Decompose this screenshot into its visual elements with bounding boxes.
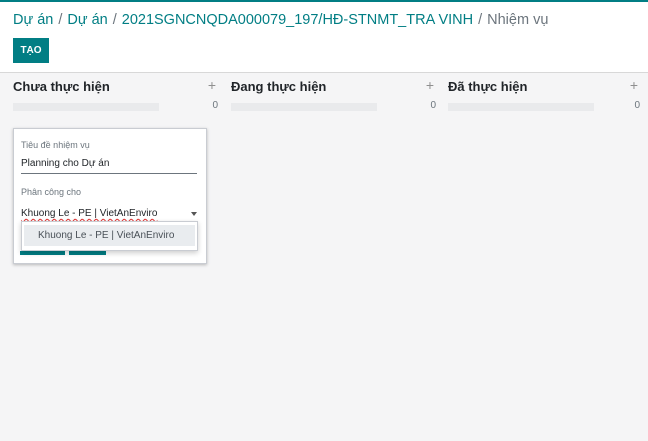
add-task-icon[interactable]: + <box>424 77 436 93</box>
breadcrumb-link-project[interactable]: 2021SGNCNQDA000079_197/HĐ-STNMT_TRA VINH <box>122 12 473 28</box>
add-task-icon[interactable]: + <box>206 77 218 93</box>
kanban-column-done: Đã thực hiện + 0 <box>448 73 640 441</box>
assign-to-value: Khuong Le - PE | VietAnEnviro <box>21 208 158 219</box>
column-progress-bar <box>448 103 594 111</box>
autocomplete-dropdown: Khuong Le - PE | VietAnEnviro <box>21 221 198 251</box>
breadcrumb-link-project-list[interactable]: Dự án <box>67 12 107 28</box>
create-button[interactable]: TẠO <box>13 38 49 63</box>
column-title: Chưa thực hiện <box>13 79 110 94</box>
add-task-icon[interactable]: + <box>628 77 640 93</box>
control-panel: Dự án / Dự án/2021SGNCNQDA000079_197/HĐ-ST… <box>0 2 648 73</box>
kanban-column-in-progress: Đang thực hiện + 0 <box>231 73 436 441</box>
column-progress-bar <box>13 103 159 111</box>
breadcrumb: Dự án / Dự án/2021SGNCNQDA000079_197/HĐ-ST… <box>13 12 548 28</box>
breadcrumb-link-projects[interactable]: Dự án <box>13 12 53 28</box>
breadcrumb-separator: / <box>112 12 117 28</box>
column-count: 0 <box>430 100 436 111</box>
assign-to-label: Phân công cho <box>21 187 82 197</box>
breadcrumb-separator: / <box>478 12 483 28</box>
column-title: Đang thực hiện <box>231 79 327 94</box>
chevron-down-icon[interactable] <box>191 212 197 216</box>
column-progress-bar <box>231 103 377 111</box>
column-count: 0 <box>634 100 640 111</box>
column-count: 0 <box>212 100 218 111</box>
task-title-label: Tiêu đề nhiệm vụ <box>21 140 90 150</box>
dropdown-option[interactable]: Khuong Le - PE | VietAnEnviro <box>24 225 195 246</box>
task-title-input[interactable]: Planning cho Dự án <box>21 155 197 174</box>
column-title: Đã thực hiện <box>448 79 528 94</box>
breadcrumb-current: Nhiệm vụ <box>487 12 549 28</box>
kanban-board: Chưa thực hiện + 0 Đang thực hiện + 0 Đã… <box>0 73 648 441</box>
add-button[interactable] <box>20 251 65 255</box>
breadcrumb-separator: / <box>58 12 63 28</box>
edit-button[interactable] <box>69 251 106 255</box>
